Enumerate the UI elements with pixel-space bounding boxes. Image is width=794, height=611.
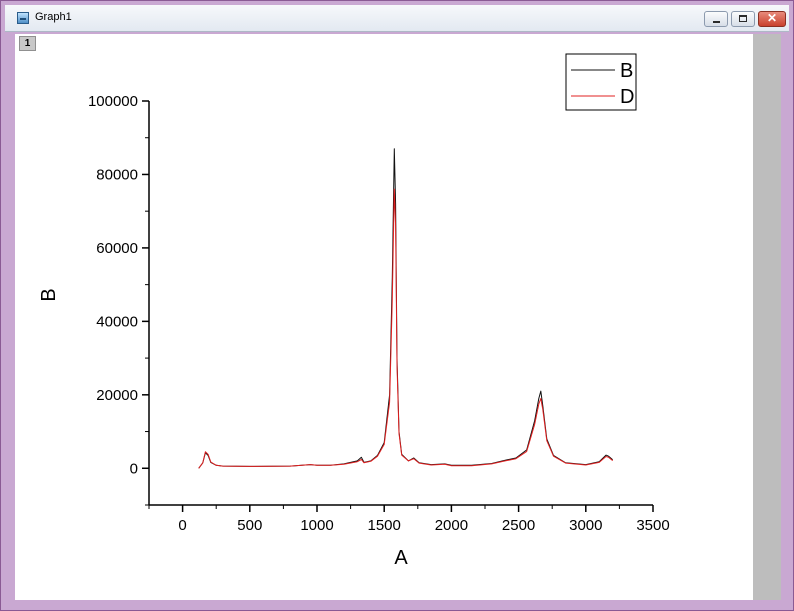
- restore-button[interactable]: [731, 11, 755, 27]
- legend-label-d: D: [620, 86, 634, 108]
- graph-client-area: 1 0 500 1000 1500 2000 2500 3000 3500 0 20000 4000…: [15, 34, 781, 600]
- x-tick-label: 0: [178, 517, 186, 534]
- x-tick-label: 500: [237, 517, 262, 534]
- minimize-button[interactable]: [704, 11, 728, 27]
- y-tick-label: 100000: [88, 93, 138, 110]
- title-bar[interactable]: Graph1 ✕: [5, 5, 789, 32]
- line-chart[interactable]: 0 500 1000 1500 2000 2500 3000 3500 0 20000 40000 6…: [15, 34, 753, 600]
- close-icon: ✕: [766, 11, 778, 25]
- x-tick-label: 2500: [502, 517, 535, 534]
- axes: 0 500 1000 1500 2000 2500 3000 3500 0 20000 40000 6…: [88, 93, 670, 534]
- x-tick-label: 3500: [636, 517, 669, 534]
- layer-tab[interactable]: 1: [19, 36, 36, 51]
- plot-area: [198, 148, 614, 469]
- x-tick-label: 2000: [435, 517, 468, 534]
- series-line-d: [198, 188, 614, 469]
- y-tick-label: 0: [130, 460, 138, 477]
- window-title: Graph1: [35, 11, 72, 23]
- x-tick-label: 1000: [300, 517, 333, 534]
- x-tick-label: 1500: [368, 517, 401, 534]
- restore-icon: [739, 15, 747, 22]
- legend[interactable]: B D: [565, 53, 637, 111]
- graph-page[interactable]: 1 0 500 1000 1500 2000 2500 3000 3500 0 20000 4000…: [15, 34, 753, 600]
- vertical-scrollbar[interactable]: [753, 34, 781, 600]
- y-axis-label: B: [38, 288, 60, 301]
- graph-window-icon[interactable]: [17, 12, 29, 24]
- y-tick-label: 60000: [96, 240, 138, 257]
- minimize-icon: [713, 21, 720, 23]
- y-tick-label: 20000: [96, 387, 138, 404]
- y-tick-label: 40000: [96, 313, 138, 330]
- series-line-b: [198, 148, 614, 469]
- graph-window: Graph1 ✕ 1 0 500 1000 1500 2000 2500 3000 3500 0…: [0, 0, 794, 611]
- close-button[interactable]: ✕: [758, 11, 786, 27]
- x-tick-label: 3000: [569, 517, 602, 534]
- legend-label-b: B: [620, 60, 633, 82]
- x-axis-label: A: [394, 547, 408, 569]
- y-tick-label: 80000: [96, 166, 138, 183]
